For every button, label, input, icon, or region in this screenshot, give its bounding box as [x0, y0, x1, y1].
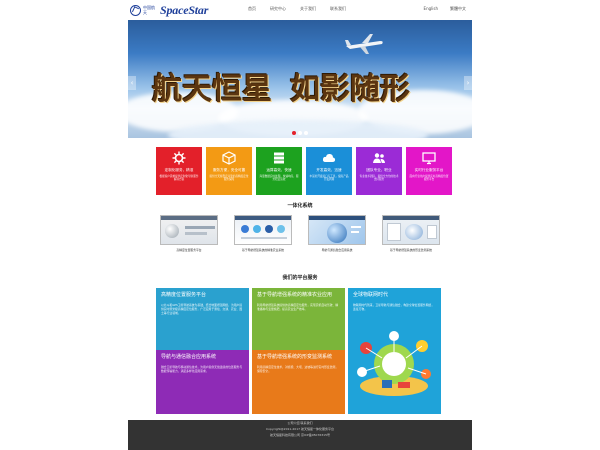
system-caption: 高精度位置服务平台 [176, 248, 202, 252]
service-tile-monitoring[interactable]: 基于导航增强系统的形变监测系统 利用高精度定位技术，对桥梁、大坝、边坡等进行实时… [252, 350, 345, 414]
banner-dot-3[interactable] [304, 131, 308, 135]
logo[interactable]: 中国航天 SpaceStar [130, 2, 208, 18]
system-item-2[interactable]: 基于导航增强系统的精准农业系统 [234, 215, 292, 252]
system-item-4[interactable]: 基于导航增强系统的形变监测系统 [382, 215, 440, 252]
airplane-icon [345, 34, 383, 54]
footer: 公司介绍 联系我们 Copyright@2011-2017 航天恒星一体化服务平… [128, 420, 472, 450]
iot-illustration-icon [357, 331, 431, 396]
services-section-header: 我们的平台服务 [128, 274, 472, 284]
system-caption: 导航与通信融合应用系统 [321, 248, 353, 252]
system-item-3[interactable]: 导航与通信融合应用系统 [308, 215, 366, 252]
page: 中国航天 SpaceStar 首页 研究中心 关于我们 联系我们 English… [0, 0, 600, 450]
system-screenshot [382, 215, 440, 245]
screen-icon [422, 152, 436, 165]
nav-about[interactable]: 关于我们 [300, 6, 316, 12]
slogan-part-1: 航天恒星 [152, 72, 272, 107]
hero-banner[interactable]: 航天恒星 如影随形 ‹ › [128, 20, 472, 138]
feature-title: 服务方便，安全可靠 [212, 168, 246, 172]
team-icon [373, 153, 385, 163]
feature-title: 定制化服务，精准 [164, 168, 194, 172]
slogan-part-2: 如影随形 [290, 72, 410, 107]
logo-cn-text: 中国航天 [143, 5, 155, 15]
language-switch: English 繁體中文 [412, 6, 466, 12]
feature-desc: 提供全天候稳定可靠的高精度定位服务保障 [209, 175, 249, 182]
main-nav: 首页 研究中心 关于我们 联系我们 [248, 6, 360, 12]
feature-desc: 海量数据实时处理，快速响应，服务稳定高效 [259, 175, 299, 182]
logo-en-text: SpaceStar [160, 2, 209, 17]
feature-boxes: 定制化服务，精准 根据客户需求提供定制化导航服务解决方案 服务方便，安全可靠 提… [128, 147, 472, 195]
system-screenshot [308, 215, 366, 245]
banner-dot-1[interactable] [292, 131, 296, 135]
feature-desc: 专业技术团队，提供全方位的技术支持服务 [359, 175, 399, 182]
server-icon [274, 152, 284, 164]
logo-mark-icon [130, 4, 141, 16]
service-tile-agriculture[interactable]: 基于导航增强系统的精准农业应用 利用导航增强系统提供的高精度定位服务，实现农机自… [252, 288, 345, 354]
system-caption: 基于导航增强系统的精准农业系统 [242, 248, 284, 252]
lang-english[interactable]: English [424, 6, 438, 12]
service-desc: 利用导航增强系统提供的高精度定位服务，实现农机自动驾驶、精准播种与变量施肥，提高… [257, 303, 339, 312]
feature-box-2[interactable]: 服务方便，安全可靠 提供全天候稳定可靠的高精度定位服务保障 [206, 147, 252, 195]
banner-dot-2[interactable] [298, 131, 302, 135]
feature-box-1[interactable]: 定制化服务，精准 根据客户需求提供定制化导航服务解决方案 [156, 147, 202, 195]
service-title: 基于导航增强系统的精准农业应用 [257, 292, 333, 298]
service-title: 全球物联网时代 [353, 292, 389, 298]
box-icon [222, 151, 236, 165]
footer-icp: 航天恒星科技有限公司 京ICP备05076315号 [269, 433, 330, 437]
system-gallery: 高精度位置服务平台 基于导航增强系统的精准农业系统 导航与通信融合应用系统 基于… [128, 215, 472, 261]
service-title: 基于导航增强系统的形变监测系统 [257, 354, 333, 360]
feature-desc: 根据客户需求提供定制化导航服务解决方案 [159, 175, 199, 182]
gear-icon [172, 151, 186, 165]
service-title: 高精度位置服务平台 [161, 292, 207, 298]
banner-prev-button[interactable]: ‹ [128, 76, 136, 90]
system-section-header: 一体化系统 [128, 202, 472, 212]
feature-box-3[interactable]: 运算高效，快速 海量数据实时处理，快速响应，服务稳定高效 [256, 147, 302, 195]
service-title: 导航与通信融合应用系统 [161, 354, 217, 360]
services-grid: 高精度位置服务平台 以北斗和GPS卫星导航系统为基础，结合地面增强网络，为用户提… [128, 288, 472, 416]
feature-box-5[interactable]: 团队专业，职业 专业技术团队，提供全方位的技术支持服务 [356, 147, 402, 195]
service-tile-fusion[interactable]: 导航与通信融合应用系统 融合卫星导航与移动通信技术，为用户提供无缝连续的位置服务… [156, 350, 249, 414]
feature-title: 开发高效，迅速 [316, 168, 342, 172]
system-item-1[interactable]: 高精度位置服务平台 [160, 215, 218, 252]
services-section-title: 我们的平台服务 [282, 275, 318, 281]
feature-desc: 面向行业用户提供实时高精度位置服务平台 [409, 175, 449, 182]
banner-next-button[interactable]: › [464, 76, 472, 90]
header: 中国航天 SpaceStar 首页 研究中心 关于我们 联系我们 English… [128, 0, 472, 20]
service-desc: 融合卫星导航与移动通信技术，为用户提供无缝连续的位置服务与数据传输能力，满足多样… [161, 365, 243, 374]
feature-desc: 丰富的开发接口与工具，缩短产品开发周期 [309, 175, 349, 182]
service-desc: 物联网时代到来，卫星导航与通信融合，构建全球位置服务网络，连接万物。 [353, 303, 435, 312]
feature-title: 运算高效，快速 [266, 168, 292, 172]
feature-title: 实时行业服务平台 [414, 168, 444, 172]
banner-pagination [292, 131, 310, 135]
cloud-icon [322, 153, 336, 162]
system-screenshot [234, 215, 292, 245]
nav-contact[interactable]: 联系我们 [330, 6, 346, 12]
feature-box-4[interactable]: 开发高效，迅速 丰富的开发接口与工具，缩短产品开发周期 [306, 147, 352, 195]
banner-slogan: 航天恒星 如影随形 [152, 64, 411, 108]
service-desc: 以北斗和GPS卫星导航系统为基础，结合地面增强网络，为用户提供实时厘米级高精度定… [161, 303, 243, 316]
service-desc: 利用高精度定位技术，对桥梁、大坝、边坡等进行实时形变监测，保障安全。 [257, 365, 339, 374]
lang-traditional[interactable]: 繁體中文 [450, 6, 466, 12]
service-tile-positioning[interactable]: 高精度位置服务平台 以北斗和GPS卫星导航系统为基础，结合地面增强网络，为用户提… [156, 288, 249, 354]
nav-research[interactable]: 研究中心 [270, 6, 286, 12]
service-tile-iot[interactable]: 全球物联网时代 物联网时代到来，卫星导航与通信融合，构建全球位置服务网络，连接万… [348, 288, 441, 414]
system-section-title: 一体化系统 [287, 203, 313, 209]
feature-title: 团队专业，职业 [366, 168, 392, 172]
system-caption: 基于导航增强系统的形变监测系统 [390, 248, 432, 252]
nav-home[interactable]: 首页 [248, 6, 256, 12]
system-screenshot [160, 215, 218, 245]
feature-box-6[interactable]: 实时行业服务平台 面向行业用户提供实时高精度位置服务平台 [406, 147, 452, 195]
